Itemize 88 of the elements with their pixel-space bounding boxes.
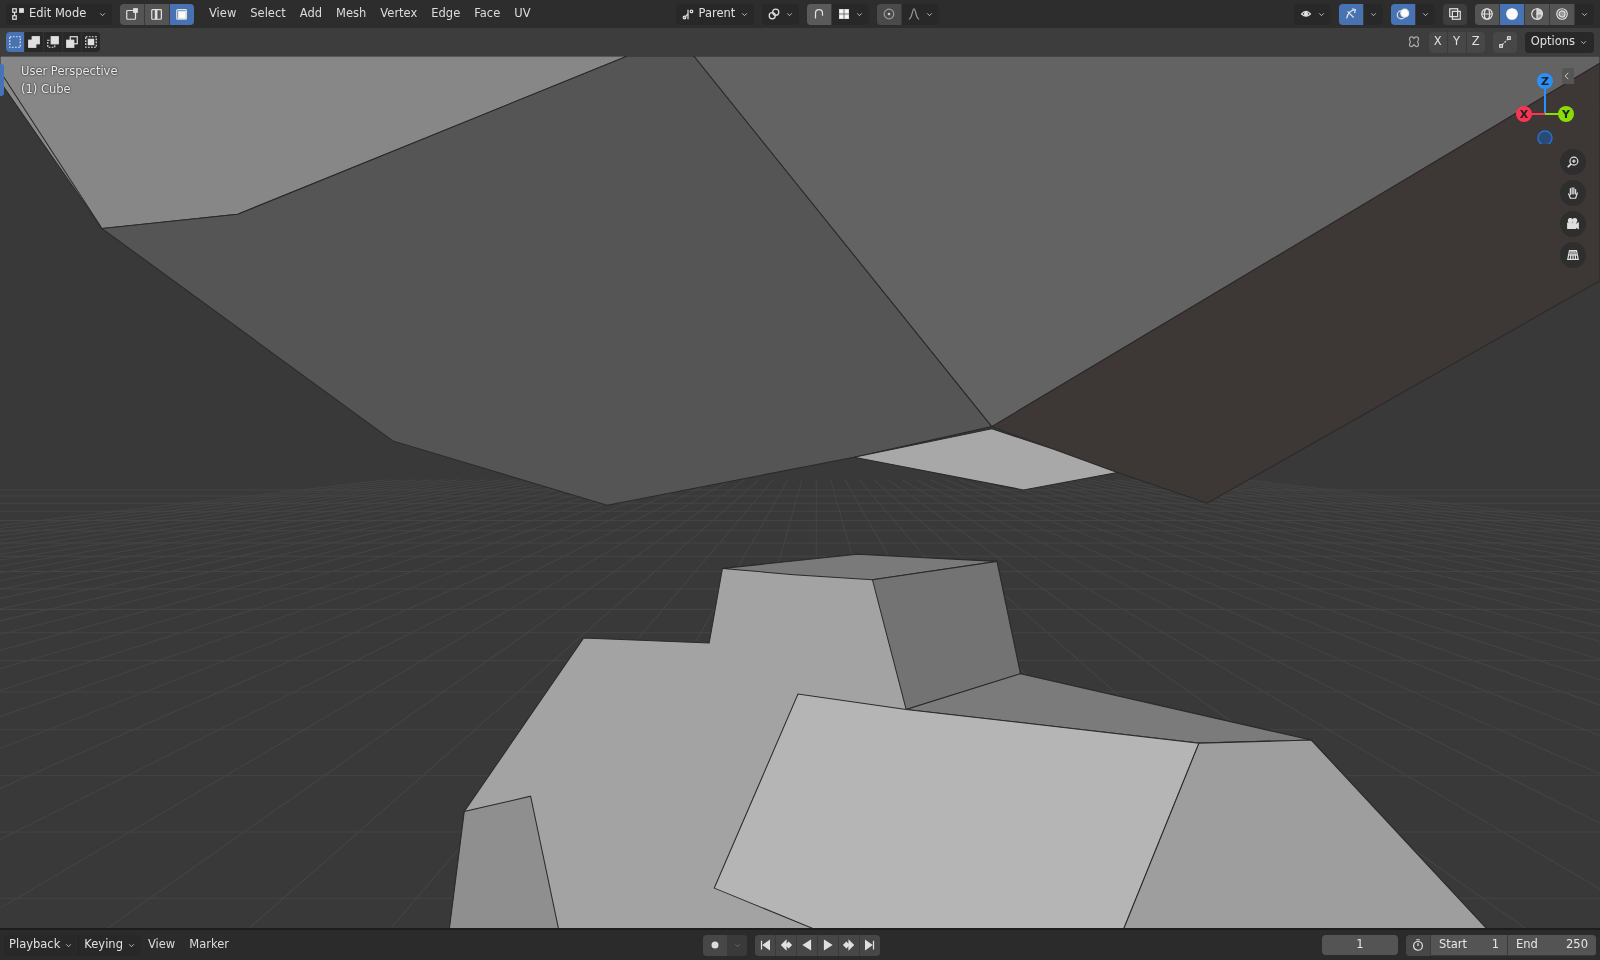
play-icon (821, 938, 835, 952)
menu-item[interactable]: Edge (424, 3, 468, 25)
playback-button[interactable] (839, 934, 859, 956)
shading-mode-button[interactable] (1500, 3, 1524, 25)
playback-button[interactable] (776, 934, 796, 956)
playback-button[interactable] (797, 934, 817, 956)
overlapping-circles-icon (1396, 7, 1410, 21)
shading-mode-button[interactable] (1550, 3, 1574, 25)
wireframe-sphere-icon (1480, 7, 1494, 21)
grid-dots-icon (836, 7, 851, 21)
menu-item[interactable]: Select (243, 3, 293, 25)
mirror-axis-toggle[interactable]: X (1428, 31, 1447, 53)
next-keyframe-icon (842, 938, 856, 952)
shading-mode-button[interactable] (1475, 3, 1499, 25)
menu-item[interactable]: UV (507, 3, 538, 25)
topology-mirror-toggle[interactable] (1492, 31, 1517, 53)
butterfly-icon (1406, 35, 1421, 49)
current-frame-field[interactable]: 1 (1322, 935, 1398, 955)
arrow-arc-icon (1344, 7, 1358, 21)
menu-item[interactable]: Face (467, 3, 508, 25)
invert-selection-icon (65, 35, 79, 49)
menu-item[interactable]: View (202, 3, 244, 25)
solid-sphere-icon (1505, 7, 1519, 21)
overlay-toggle[interactable] (1391, 3, 1415, 25)
zoom-icon (1566, 155, 1580, 169)
start-frame-field[interactable]: Start 1 (1431, 934, 1507, 955)
link-icon (766, 7, 781, 21)
intersect-selection-icon (84, 35, 98, 49)
pivot-dropdown[interactable]: Parent (675, 3, 754, 25)
subtract-selection-icon (46, 35, 60, 49)
new-selection-icon (8, 35, 22, 49)
snap-target-dropdown[interactable] (831, 3, 869, 25)
extend-selection-icon (27, 35, 41, 49)
menu-item[interactable]: View (140, 934, 183, 956)
view-name-label: User Perspective (21, 63, 118, 80)
playback-button[interactable] (860, 934, 880, 956)
hand-icon (1566, 186, 1580, 200)
target-circle-icon (881, 7, 896, 21)
shading-mode-button[interactable] (1525, 3, 1549, 25)
snap-toggle[interactable] (806, 3, 831, 25)
rendered-sphere-icon (1555, 7, 1569, 21)
chevron-left-icon (1562, 71, 1572, 81)
mirror-axis-toggle[interactable]: Z (1466, 31, 1485, 53)
visibility-dropdown[interactable] (1294, 3, 1331, 25)
play-reverse-icon (800, 938, 814, 952)
vertex-select-icon (125, 7, 139, 21)
menu-item[interactable]: Mesh (329, 3, 374, 25)
box-select-mode-button[interactable] (82, 32, 100, 52)
transform-dropdown[interactable] (761, 3, 799, 25)
box-select-mode-button[interactable] (63, 32, 81, 52)
options-dropdown[interactable]: Options (1524, 31, 1594, 53)
jump-start-icon (758, 938, 772, 952)
menu-item[interactable]: Add (292, 3, 330, 25)
timeline-menu-dropdown[interactable]: Playback (4, 934, 79, 956)
movie-camera-icon (1566, 217, 1580, 231)
record-button[interactable] (703, 934, 727, 956)
select-mode-button[interactable] (145, 3, 169, 25)
end-frame-field[interactable]: End 250 (1508, 934, 1596, 955)
proportional-edit-toggle[interactable] (876, 3, 901, 25)
stopwatch-icon (1411, 938, 1425, 952)
jump-end-icon (863, 938, 877, 952)
preview-range-toggle[interactable] (1406, 934, 1430, 956)
select-mode-button[interactable] (170, 3, 194, 25)
material-sphere-icon (1530, 7, 1544, 21)
falloff-curve-icon (906, 7, 921, 21)
overlapping-squares-icon (1448, 7, 1462, 21)
pivot-icon (680, 7, 695, 21)
grid-icon (1566, 248, 1580, 262)
box-select-mode-button[interactable] (25, 32, 43, 52)
menu-item[interactable]: Vertex (373, 3, 425, 25)
xray-toggle[interactable] (1443, 3, 1467, 25)
dotted-diagonal-icon (1497, 35, 1512, 49)
falloff-dropdown[interactable] (901, 3, 939, 25)
playback-button[interactable] (818, 934, 838, 956)
sidebar-toggle[interactable] (1562, 68, 1574, 84)
select-mode-button[interactable] (120, 3, 144, 25)
mirror-axis-toggle[interactable]: Y (1447, 31, 1466, 53)
playback-button[interactable] (755, 934, 775, 956)
mesh-mode-icon (11, 7, 25, 21)
timeline-menu-dropdown[interactable]: Keying (79, 934, 141, 956)
object-name-label: (1) Cube (21, 81, 72, 98)
gizmo-toggle[interactable] (1339, 3, 1363, 25)
edge-select-icon (150, 7, 164, 21)
menu-item[interactable]: Marker (182, 934, 236, 956)
box-select-mode-button[interactable] (44, 32, 62, 52)
mode-dropdown[interactable]: Edit Mode (6, 3, 112, 25)
previous-keyframe-icon (779, 938, 793, 952)
face-select-icon (175, 7, 189, 21)
